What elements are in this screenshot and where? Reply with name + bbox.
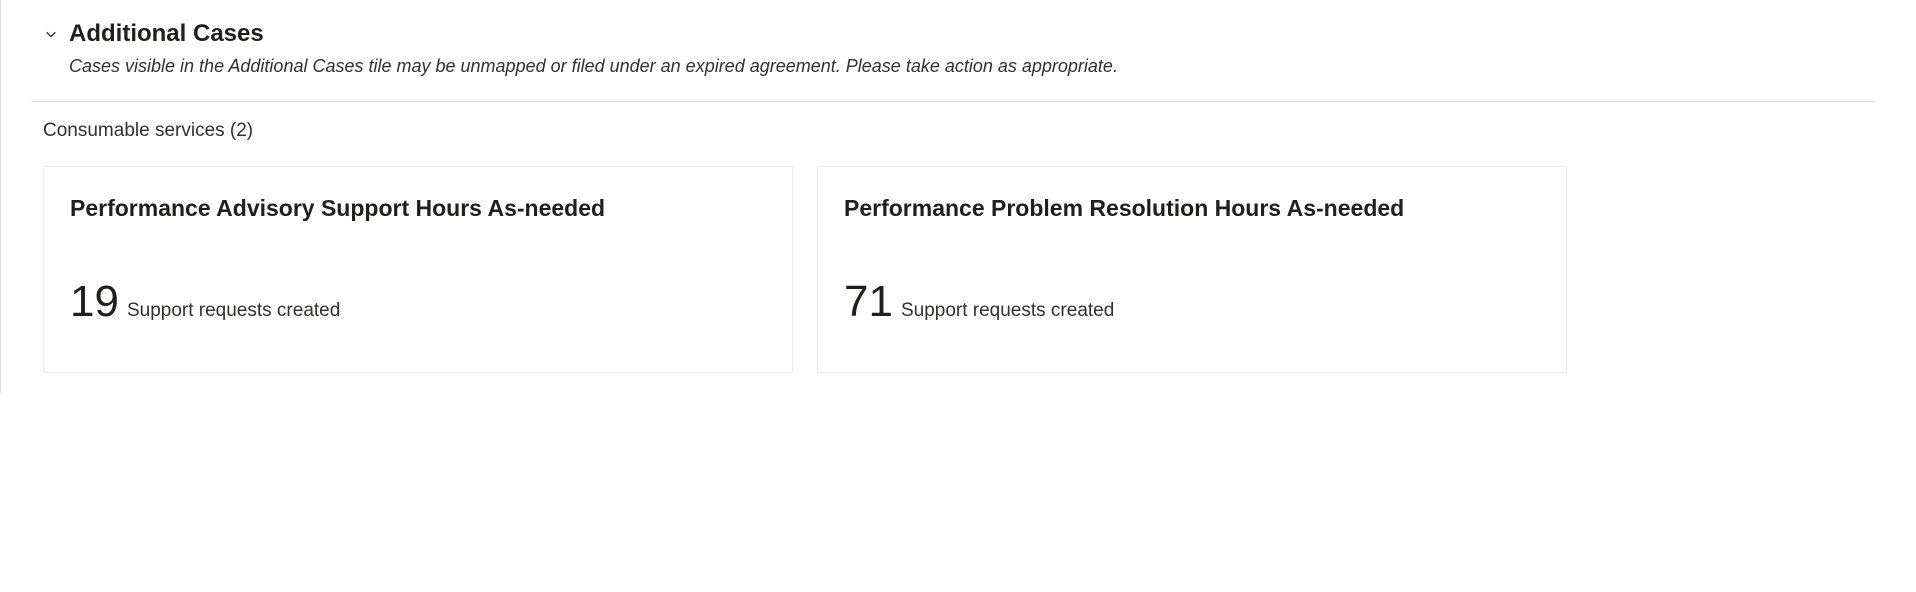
chevron-down-icon bbox=[43, 26, 59, 42]
service-card[interactable]: Performance Advisory Support Hours As-ne… bbox=[43, 166, 793, 373]
card-metric: 19 Support requests created bbox=[70, 280, 766, 324]
card-title: Performance Advisory Support Hours As-ne… bbox=[70, 195, 766, 222]
section-title: Additional Cases bbox=[69, 20, 264, 48]
section-subtitle: Cases visible in the Additional Cases ti… bbox=[69, 56, 1876, 77]
card-title: Performance Problem Resolution Hours As-… bbox=[844, 195, 1540, 222]
metric-label: Support requests created bbox=[127, 300, 340, 322]
cards-container: Performance Advisory Support Hours As-ne… bbox=[31, 166, 1876, 373]
subsection-title: Consumable services (2) bbox=[43, 120, 1876, 142]
card-metric: 71 Support requests created bbox=[844, 280, 1540, 324]
service-card[interactable]: Performance Problem Resolution Hours As-… bbox=[817, 166, 1567, 373]
metric-value: 71 bbox=[844, 280, 893, 324]
section-header-toggle[interactable]: Additional Cases bbox=[31, 20, 1876, 48]
metric-label: Support requests created bbox=[901, 300, 1114, 322]
divider bbox=[31, 101, 1876, 102]
metric-value: 19 bbox=[70, 280, 119, 324]
